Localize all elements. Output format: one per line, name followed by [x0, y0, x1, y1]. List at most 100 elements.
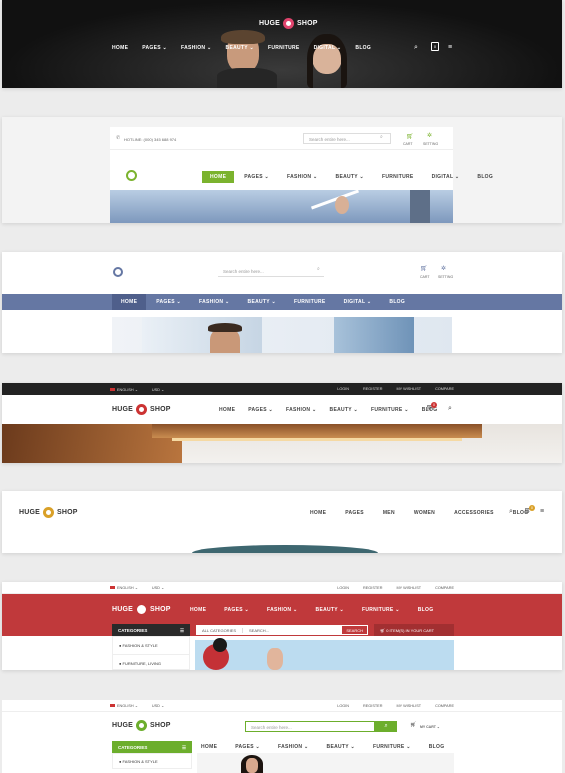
- cart-icon[interactable]: 🛒︎: [406, 134, 414, 140]
- nav-item[interactable]: HOME: [310, 510, 326, 516]
- nav-item[interactable]: HOME: [190, 607, 206, 613]
- login-link[interactable]: LOGIN: [337, 704, 349, 708]
- search-input[interactable]: Search entire here...: [303, 133, 391, 144]
- wishlist-link[interactable]: MY WISHLIST: [396, 387, 421, 391]
- nav-item[interactable]: ACCESSORIES: [454, 510, 494, 516]
- nav-item[interactable]: PAGES: [345, 510, 364, 516]
- nav-item[interactable]: BLOG: [429, 744, 445, 750]
- logo-text: HUGE: [112, 722, 134, 729]
- search-icon[interactable]: ⌕: [509, 508, 513, 515]
- language-select[interactable]: ENGLISH ⌄: [117, 703, 138, 708]
- gear-icon[interactable]: ✲: [441, 266, 446, 272]
- nav-item[interactable]: BLOG: [477, 174, 493, 180]
- search-input[interactable]: SEARCH...: [243, 628, 342, 633]
- register-link[interactable]: REGISTER: [363, 704, 382, 708]
- currency-select[interactable]: USD ⌄: [152, 585, 164, 590]
- nav-item[interactable]: FURNITURE: [294, 299, 326, 305]
- language-select[interactable]: ENGLISH ⌄: [117, 585, 138, 590]
- search-icon[interactable]: ⌕: [448, 405, 452, 412]
- logo[interactable]: HUGE SHOP: [19, 507, 78, 518]
- logo-badge-icon: [136, 720, 148, 731]
- category-item[interactable]: ● FASHION & STYLE: [112, 753, 192, 769]
- currency-select[interactable]: USD ⌄: [152, 387, 164, 392]
- login-link[interactable]: LOGIN: [337, 387, 349, 391]
- nav-item[interactable]: FASHION ⌄: [267, 607, 298, 613]
- nav-item[interactable]: MEN: [383, 510, 395, 516]
- search-icon[interactable]: ⌕: [414, 44, 418, 51]
- nav-item[interactable]: FASHION ⌄: [181, 45, 212, 51]
- nav-item[interactable]: WOMEN: [414, 510, 435, 516]
- logo[interactable]: HUGE SHOP: [112, 604, 171, 615]
- nav-item[interactable]: HOME: [201, 744, 217, 750]
- cart-icon[interactable]: 🛒︎: [410, 723, 416, 728]
- logo[interactable]: HUGE SHOP: [259, 18, 318, 29]
- nav-item[interactable]: PAGES ⌄: [224, 607, 249, 613]
- nav-item[interactable]: BEAUTY ⌄: [226, 45, 254, 51]
- nav-item[interactable]: BEAUTY ⌄: [330, 407, 358, 413]
- search-button[interactable]: SEARCH: [342, 626, 367, 634]
- logo-badge-icon[interactable]: [126, 170, 137, 181]
- nav-item[interactable]: BEAUTY ⌄: [248, 299, 276, 305]
- nav-item[interactable]: PAGES ⌄: [244, 174, 269, 180]
- categories-label: CATEGORIES: [118, 744, 148, 750]
- nav-item[interactable]: HOME: [112, 45, 128, 51]
- nav-item[interactable]: DIGITAL ⌄: [432, 174, 460, 180]
- nav-item[interactable]: FURNITURE: [382, 174, 414, 180]
- search-bar: ALL CATEGORIES SEARCH... SEARCH: [195, 624, 369, 636]
- logo[interactable]: HUGE SHOP: [112, 720, 171, 731]
- nav-item[interactable]: BEAUTY ⌄: [316, 607, 344, 613]
- category-select[interactable]: ALL CATEGORIES: [196, 627, 244, 633]
- logo-badge-icon[interactable]: [113, 267, 123, 277]
- categories-header[interactable]: CATEGORIES ☰: [112, 624, 190, 636]
- nav-item-active[interactable]: HOME: [202, 171, 235, 183]
- nav-item[interactable]: BLOG: [355, 45, 371, 51]
- cart-icon[interactable]: 🛒︎: [420, 266, 428, 272]
- nav-item[interactable]: FASHION ⌄: [199, 299, 230, 305]
- nav-item[interactable]: FURNITURE ⌄: [362, 607, 400, 613]
- cart-icon[interactable]: 0: [431, 42, 439, 51]
- currency-select[interactable]: USD ⌄: [152, 703, 164, 708]
- search-input[interactable]: Search entire here...: [245, 721, 375, 732]
- register-link[interactable]: REGISTER: [363, 586, 382, 590]
- nav-item[interactable]: PAGES ⌄: [156, 299, 181, 305]
- compare-link[interactable]: COMPARE: [435, 586, 454, 590]
- nav-item[interactable]: FURNITURE ⌄: [373, 744, 411, 750]
- nav-item[interactable]: DIGITAL ⌄: [344, 299, 372, 305]
- cart-summary[interactable]: 🛒︎ 0 ITEM(S) IN YOUR CART: [374, 624, 454, 636]
- category-item[interactable]: ● FURNITURE, LIVING: [113, 655, 189, 670]
- register-link[interactable]: REGISTER: [363, 387, 382, 391]
- nav-item-active[interactable]: HOME: [112, 294, 147, 310]
- nav-item[interactable]: FASHION ⌄: [287, 174, 318, 180]
- nav-item[interactable]: BLOG: [418, 607, 434, 613]
- menu-icon[interactable]: ≡: [448, 44, 452, 51]
- logo[interactable]: HUGE SHOP: [112, 404, 171, 415]
- my-cart-link[interactable]: MY CART ⌄: [420, 725, 440, 729]
- nav-item[interactable]: FURNITURE ⌄: [371, 407, 409, 413]
- category-item[interactable]: ● FASHION & STYLE: [113, 637, 189, 655]
- login-link[interactable]: LOGIN: [337, 586, 349, 590]
- nav-item[interactable]: PAGES ⌄: [142, 45, 167, 51]
- search-input[interactable]: Search entire here...: [218, 266, 324, 277]
- nav-item[interactable]: PAGES ⌄: [235, 744, 260, 750]
- compare-link[interactable]: COMPARE: [435, 387, 454, 391]
- gear-icon[interactable]: ✲: [427, 133, 432, 139]
- nav-item[interactable]: HOME: [219, 407, 235, 413]
- categories-header[interactable]: CATEGORIES ☰: [112, 741, 192, 753]
- wishlist-link[interactable]: MY WISHLIST: [396, 704, 421, 708]
- nav-item[interactable]: FASHION ⌄: [278, 744, 309, 750]
- language-select[interactable]: ENGLISH ⌄: [117, 387, 138, 392]
- nav-item[interactable]: DIGITAL ⌄: [314, 45, 342, 51]
- nav-item[interactable]: FURNITURE: [268, 45, 300, 51]
- nav-item[interactable]: BEAUTY ⌄: [336, 174, 364, 180]
- nav-item[interactable]: BEAUTY ⌄: [327, 744, 355, 750]
- nav-item[interactable]: BLOG: [389, 299, 405, 305]
- wishlist-link[interactable]: MY WISHLIST: [396, 586, 421, 590]
- compare-link[interactable]: COMPARE: [435, 704, 454, 708]
- logo-text: SHOP: [150, 406, 171, 413]
- nav-item[interactable]: PAGES ⌄: [248, 407, 273, 413]
- search-button[interactable]: ⌕: [375, 721, 397, 732]
- menu-icon[interactable]: ≡: [540, 508, 544, 515]
- nav-item[interactable]: FASHION ⌄: [286, 407, 317, 413]
- search-icon[interactable]: ⌕: [317, 267, 320, 272]
- search-icon[interactable]: ⌕: [380, 135, 383, 140]
